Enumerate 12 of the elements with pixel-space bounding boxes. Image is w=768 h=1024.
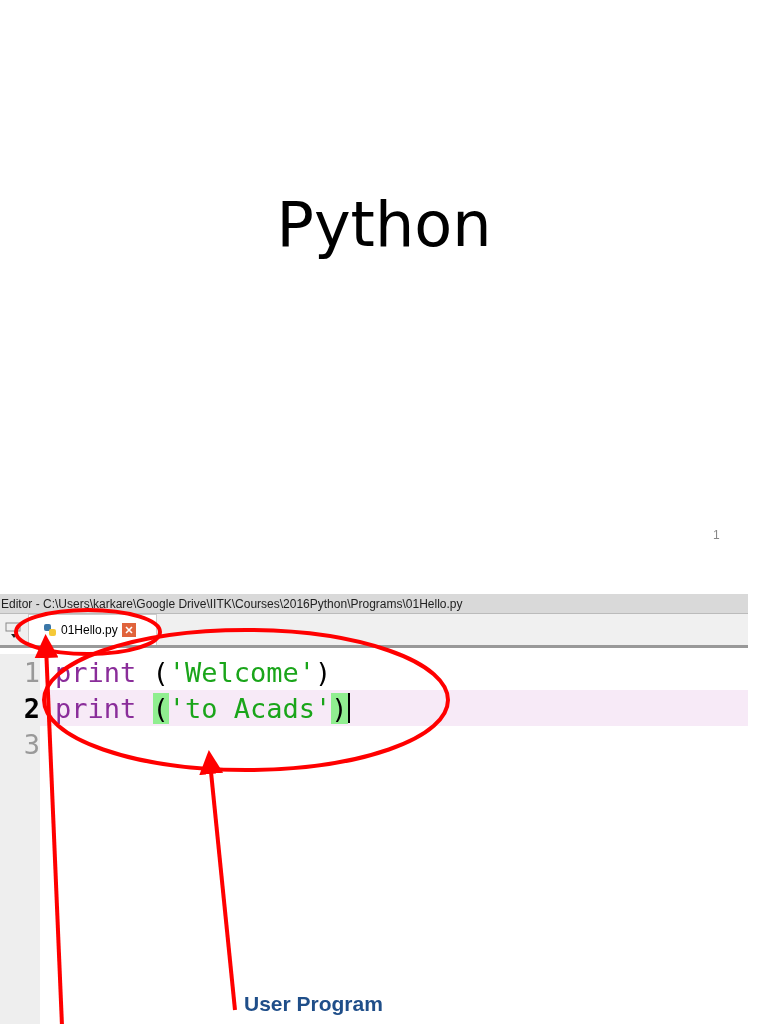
line-number: 1 (0, 654, 40, 690)
editor-title-bar: Editor - C:\Users\karkare\Google Drive\IITK\Courses\2016Python\Programs\01Hello.py (0, 594, 748, 614)
slide-title: Python (276, 188, 492, 261)
page-number: 1 (713, 528, 720, 542)
line-number: 2 (0, 690, 40, 726)
window-list-icon[interactable] (4, 621, 22, 639)
annotation-label: User Program (244, 992, 383, 1016)
code-line: print ('to Acads') (54, 692, 350, 724)
python-file-icon (43, 623, 57, 637)
code-line: print ('Welcome') (54, 656, 332, 688)
line-number: 3 (0, 726, 40, 762)
close-icon[interactable] (121, 623, 136, 637)
